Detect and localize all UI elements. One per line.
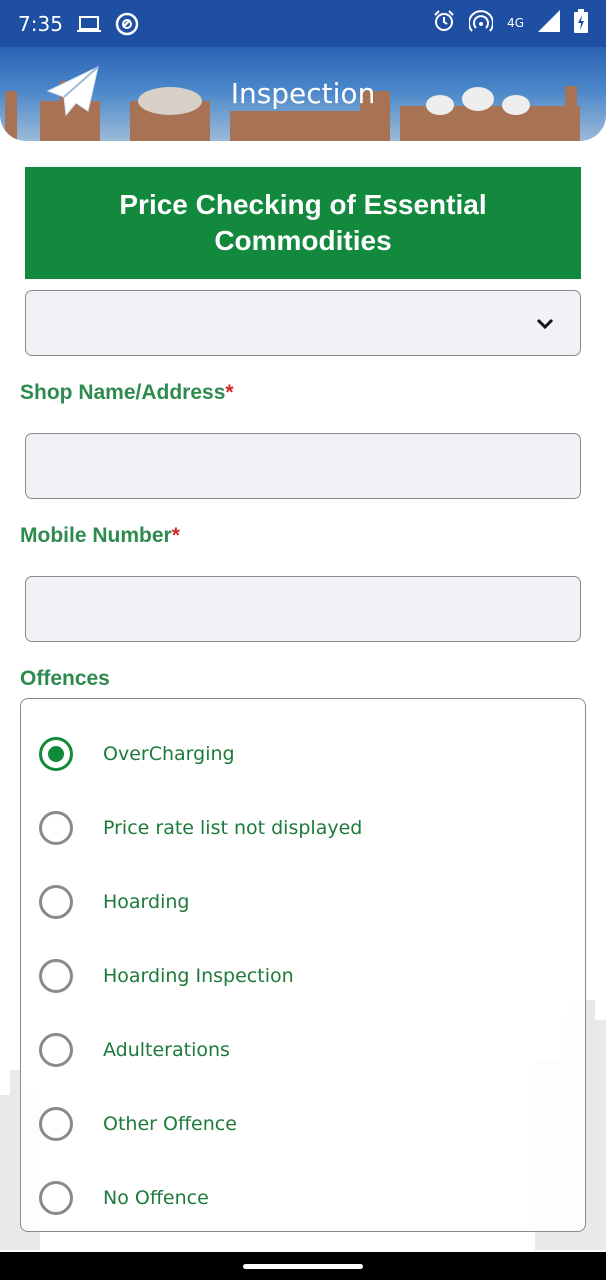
signal-icon xyxy=(538,10,560,37)
offence-option-label: Price rate list not displayed xyxy=(103,817,363,839)
category-dropdown[interactable] xyxy=(25,290,581,356)
required-mark: * xyxy=(225,381,234,404)
radio-button[interactable] xyxy=(39,959,73,993)
laptop-icon xyxy=(76,14,101,34)
offences-label: Offences xyxy=(20,667,110,690)
offence-option-label: Other Offence xyxy=(103,1113,237,1135)
offence-option-label: Hoarding xyxy=(103,891,190,913)
hotspot-icon xyxy=(468,10,495,37)
offence-option-adulterations[interactable]: Adulterations xyxy=(21,1020,581,1080)
radio-button[interactable] xyxy=(39,1181,73,1215)
mobile-number-label-text: Mobile Number xyxy=(20,524,172,547)
offence-option-label: Adulterations xyxy=(103,1039,230,1061)
radio-button[interactable] xyxy=(39,885,73,919)
radio-button[interactable] xyxy=(39,1033,73,1067)
offence-option-label: No Offence xyxy=(103,1187,209,1209)
home-gesture-handle[interactable] xyxy=(243,1264,363,1269)
radio-button-selected[interactable] xyxy=(39,737,73,771)
app-header: Inspection xyxy=(0,47,606,141)
status-time: 7:35 xyxy=(18,11,63,36)
form-title: Price Checking of Essential Commodities xyxy=(25,167,581,279)
battery-charging-icon xyxy=(574,9,588,38)
offence-option-other[interactable]: Other Offence xyxy=(21,1094,581,1154)
mobile-number-label: Mobile Number* xyxy=(20,524,180,548)
alarm-icon xyxy=(433,10,455,37)
offences-radio-group: OverCharging Price rate list not display… xyxy=(20,698,586,1232)
radio-button[interactable] xyxy=(39,1107,73,1141)
offence-option-price-list[interactable]: Price rate list not displayed xyxy=(21,798,581,858)
offence-option-overcharging[interactable]: OverCharging xyxy=(21,724,581,784)
page-title: Inspection xyxy=(230,77,376,110)
network-type: 4G xyxy=(507,16,524,30)
system-navigation-bar xyxy=(0,1252,606,1280)
offence-option-hoarding-inspection[interactable]: Hoarding Inspection xyxy=(21,946,581,1006)
shop-name-label-text: Shop Name/Address xyxy=(20,381,226,404)
status-bar: 7:35 4G xyxy=(0,0,606,47)
offence-option-hoarding[interactable]: Hoarding xyxy=(21,872,581,932)
offence-option-label: Hoarding Inspection xyxy=(103,965,294,987)
shop-name-label: Shop Name/Address* xyxy=(20,381,234,405)
offence-option-label: OverCharging xyxy=(103,743,235,765)
shop-name-input[interactable] xyxy=(25,433,581,499)
required-mark: * xyxy=(171,524,180,547)
chevron-down-icon xyxy=(536,318,554,330)
radio-button[interactable] xyxy=(39,811,73,845)
do-not-disturb-icon xyxy=(115,12,139,36)
mobile-number-input[interactable] xyxy=(25,576,581,642)
offence-option-no-offence[interactable]: No Offence xyxy=(21,1168,581,1228)
